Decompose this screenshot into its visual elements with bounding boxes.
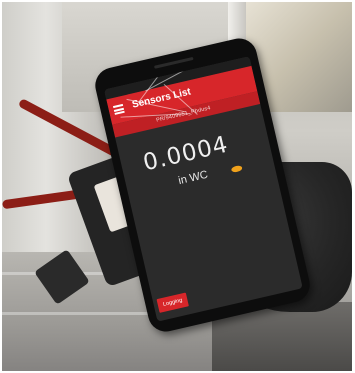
- logging-button[interactable]: Logging: [156, 292, 189, 313]
- photo-scene: Sensors List PR/9409651_Pbdus4 0.0004 in…: [2, 2, 352, 371]
- status-indicator-icon: [230, 164, 243, 174]
- pressure-reading: 0.0004: [140, 131, 231, 177]
- pressure-unit: in WC: [177, 168, 210, 188]
- menu-icon[interactable]: [112, 103, 125, 115]
- phone-speaker: [153, 56, 194, 69]
